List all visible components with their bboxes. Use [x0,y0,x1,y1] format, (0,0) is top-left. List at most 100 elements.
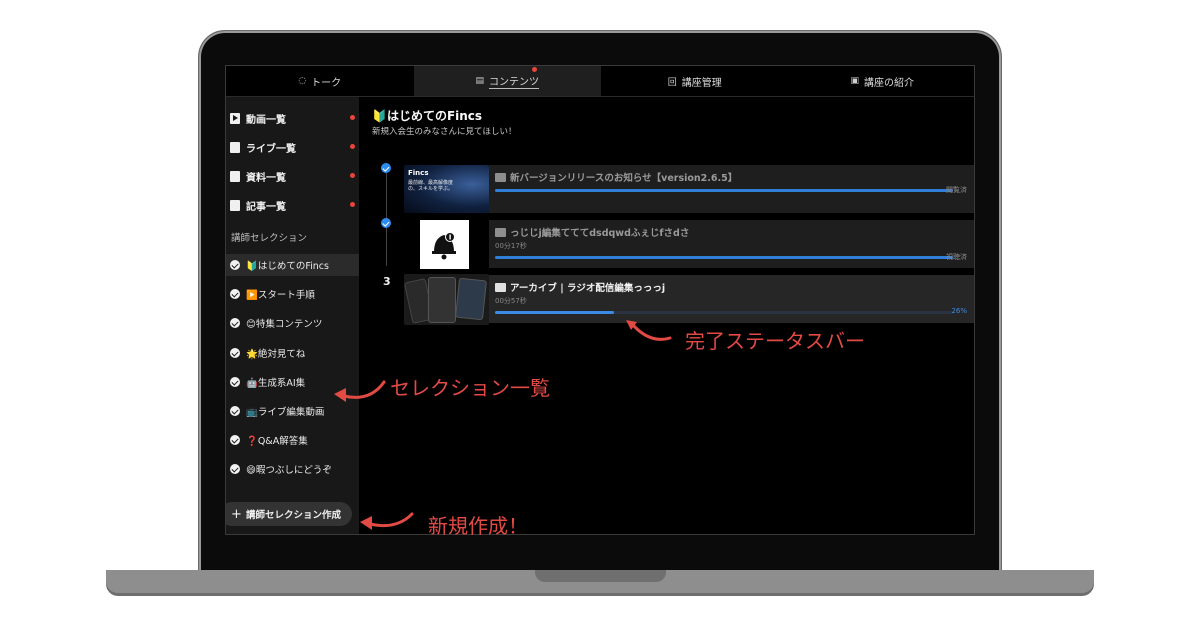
arrow-icon [360,512,414,530]
row-duration: 00分17秒 [495,242,527,250]
row-title: 新バージョンリリースのお知らせ【version2.6.5】 [495,170,737,184]
plus-icon: + [231,506,242,522]
selection-label: 🔰はじめてのFincs [246,261,329,272]
check-icon [230,377,240,387]
notification-dot [350,173,355,178]
completed-check-icon [381,218,391,228]
selection-label: 📺ライブ編集動画 [246,407,325,418]
content-row[interactable]: っじじj編集てててdsdqwdふぇじfさdさ 00分17秒 視聴済 [489,220,974,268]
row-title-text: アーカイブ | ラジオ配信編集っっっj [510,283,666,294]
selection-heading: 講師セレクション [231,233,308,244]
tab-label: 講座管理 [681,77,722,89]
check-icon [230,435,240,445]
arrow-icon [626,320,672,341]
tab-label: コンテンツ [489,73,539,89]
thumbnail-app-screens[interactable] [404,274,489,325]
laptop-notch [535,570,666,582]
selection-item[interactable]: ▶️スタート手順 [226,283,359,305]
tab-label: トーク [311,77,342,89]
completed-check-icon [381,163,391,173]
sidebar-item-label: 資料一覧 [246,172,286,184]
sidebar-item-materials[interactable]: 資料一覧 [226,163,359,189]
page-title: 🔰はじめてのFincs [372,109,483,123]
row-status: 閲覧済 [946,186,967,194]
thumbnail-caption: 最前線、最高解像度の、スキルを学ぶ。 [408,180,454,192]
sidebar: 動画一覧 ライブ一覧 資料一覧 記事一覧 講師セレクション 🔰はじめてのFinc… [226,97,359,534]
live-icon [230,141,240,153]
check-icon [230,260,240,270]
live-icon [495,282,506,292]
notification-dot [532,67,537,72]
check-icon [230,406,240,416]
selection-item[interactable]: 🔰はじめてのFincs [226,254,359,276]
row-title-text: っじじj編集てててdsdqwdふぇじfさdさ [510,228,690,239]
progress-fill [495,256,953,259]
selection-item[interactable]: 😄暇つぶしにどうぞ [226,458,359,480]
new-selection-button[interactable]: + 講師セレクション作成 [226,502,352,526]
file-icon [230,170,240,182]
article-icon [495,172,506,182]
thumbnail-fincs[interactable]: Fincs 最前線、最高解像度の、スキルを学ぶ。 [404,165,489,213]
row-title: っじじj編集てててdsdqwdふぇじfさdさ [495,225,689,239]
row-status: 視聴済 [946,253,967,261]
row-title: アーカイブ | ラジオ配信編集っっっj [495,280,665,294]
play-icon [230,112,240,124]
content-row[interactable]: アーカイブ | ラジオ配信編集っっっj 00分57秒 26% [489,275,974,323]
progress-bar [495,256,953,259]
notification-dot [350,144,355,149]
row-duration: 00分57秒 [495,297,527,305]
sidebar-item-videos[interactable]: 動画一覧 [226,105,359,131]
top-tabs: ◌ トーク ▤ コンテンツ 回 講座管理 ▣ 講座の紹介 [226,66,975,97]
sidebar-item-label: 記事一覧 [246,201,286,213]
selection-label: 🌟絶対見てね [246,349,306,360]
progress-fill [495,311,615,314]
article-icon [230,199,240,211]
annotation-status-bar: 完了ステータスバー [685,329,865,353]
chat-icon: ◌ [298,76,307,86]
page-subtitle: 新規入会生のみなさんに見てほしい！ [372,127,517,137]
annotation-new-create: 新規作成！ [428,514,528,538]
selection-label: 😊特集コンテンツ [246,319,323,330]
check-icon [230,464,240,474]
content-row[interactable]: 新バージョンリリースのお知らせ【version2.6.5】 閲覧済 [489,165,974,213]
sidebar-item-lives[interactable]: ライブ一覧 [226,134,359,160]
tab-course-manage[interactable]: 回 講座管理 [601,66,789,96]
tab-course-intro[interactable]: ▣ 講座の紹介 [789,66,975,96]
selection-item[interactable]: ❓Q&A解答集 [226,429,359,451]
timeline-line [386,166,387,266]
selection-label: ❓Q&A解答集 [246,436,308,447]
tab-talk[interactable]: ◌ トーク [226,66,414,96]
app-screen: ◌ トーク ▤ コンテンツ 回 講座管理 ▣ 講座の紹介 動画一覧 ライブ一覧 [225,65,975,535]
tab-contents[interactable]: ▤ コンテンツ [413,66,601,96]
progress-fill [495,189,953,192]
notification-dot [350,202,355,207]
progress-bar [495,311,953,314]
sidebar-item-label: ライブ一覧 [246,143,296,155]
document-icon: ▤ [475,76,484,86]
book-icon: ▣ [850,76,859,86]
sidebar-item-label: 動画一覧 [246,114,286,126]
bell-icon [432,232,456,260]
sidebar-item-articles[interactable]: 記事一覧 [226,192,359,218]
selection-item[interactable]: 😊特集コンテンツ [226,312,359,334]
play-icon [495,227,506,237]
selection-label: 😄暇つぶしにどうぞ [246,465,332,476]
progress-bar [495,189,953,192]
annotation-selection-list: セレクション一覧 [390,376,550,400]
thumbnail-bell[interactable] [420,220,469,269]
selection-item[interactable]: 🌟絶対見てね [226,342,359,364]
item-index: 3 [383,275,391,288]
notification-dot [350,115,355,120]
row-title-text: 新バージョンリリースのお知らせ【version2.6.5】 [510,173,738,184]
tab-label: 講座の紹介 [864,77,914,89]
check-icon [230,318,240,328]
check-icon [230,348,240,358]
selection-label: ▶️スタート手順 [246,290,315,301]
thumbnail-brand: Fincs [408,169,429,177]
selection-label: 🤖生成系AI集 [246,378,306,389]
arrow-icon [334,380,386,402]
course-manage-icon: 回 [667,77,677,88]
row-status: 26% [951,307,967,315]
check-icon [230,289,240,299]
new-selection-label: 講師セレクション作成 [245,510,341,521]
